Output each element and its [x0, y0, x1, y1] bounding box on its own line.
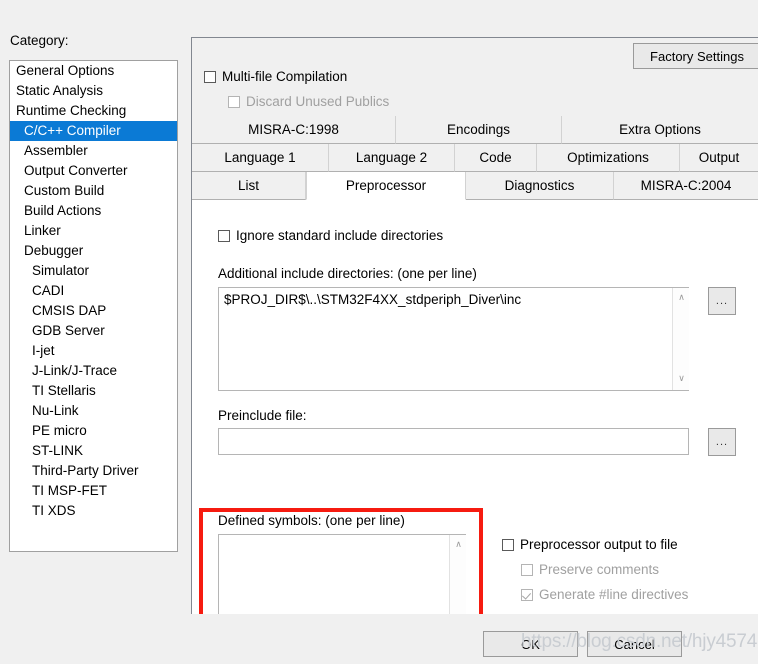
options-panel: Factory Settings Multi-file Compilation … [191, 37, 758, 643]
generate-line-directives-label: Generate #line directives [539, 587, 689, 602]
tab-output[interactable]: Output [680, 144, 758, 172]
preprocessor-output-to-file-label: Preprocessor output to file [520, 537, 678, 552]
ignore-standard-include-label: Ignore standard include directories [236, 228, 444, 243]
ignore-standard-include-checkbox[interactable]: Ignore standard include directories [218, 228, 443, 243]
category-item[interactable]: Simulator [10, 261, 177, 281]
preprocessor-tab-content: Ignore standard include directories Addi… [192, 200, 758, 643]
discard-unused-publics-label: Discard Unused Publics [246, 94, 390, 109]
checkbox-icon [218, 229, 230, 242]
preserve-comments-checkbox: Preserve comments [521, 562, 659, 577]
category-item[interactable]: Third-Party Driver [10, 461, 177, 481]
category-item[interactable]: Linker [10, 221, 177, 241]
category-item[interactable]: Assembler [10, 141, 177, 161]
category-list[interactable]: General Options Static Analysis Runtime Ch… [9, 60, 178, 552]
category-item[interactable]: I-jet [10, 341, 177, 361]
category-item[interactable]: J-Link/J-Trace [10, 361, 177, 381]
tab-misra-c-1998[interactable]: MISRA-C:1998 [192, 116, 396, 144]
additional-include-label: Additional include directories: (one per… [218, 266, 477, 281]
category-item[interactable]: TI MSP-FET [10, 481, 177, 501]
tab-optimizations[interactable]: Optimizations [537, 144, 680, 172]
category-item[interactable]: PE micro [10, 421, 177, 441]
category-item[interactable]: TI Stellaris [10, 381, 177, 401]
category-item[interactable]: Output Converter [10, 161, 177, 181]
tab-list[interactable]: List [192, 172, 306, 200]
category-pane: Category: General Options Static Analysis… [0, 0, 186, 664]
defined-symbols-label: Defined symbols: (one per line) [218, 513, 405, 528]
category-item[interactable]: Static Analysis [10, 81, 177, 101]
category-item[interactable]: CMSIS DAP [10, 301, 177, 321]
checkbox-icon [502, 538, 514, 551]
category-item[interactable]: Nu-Link [10, 401, 177, 421]
chevron-up-icon[interactable]: ∧ [450, 537, 467, 554]
tab-row-3: List Preprocessor Diagnostics MISRA-C:2004 [192, 172, 758, 200]
checkbox-icon [228, 95, 240, 108]
tab-row-2: Language 1 Language 2 Code Optimizations Out… [192, 144, 758, 172]
checkbox-checked-icon [521, 588, 533, 601]
additional-include-scrollbar[interactable]: ∧ ∨ [672, 288, 689, 390]
preserve-comments-label: Preserve comments [539, 562, 660, 577]
category-item[interactable]: TI XDS [10, 501, 177, 521]
tab-encodings[interactable]: Encodings [396, 116, 562, 144]
category-item[interactable]: C/C++ Compiler [10, 121, 177, 141]
tab-misra-c-2004[interactable]: MISRA-C:2004 [614, 172, 758, 200]
chevron-down-icon[interactable]: ∨ [673, 371, 690, 388]
multi-file-compilation-checkbox[interactable]: Multi-file Compilation [204, 69, 347, 84]
preinclude-file-label: Preinclude file: [218, 408, 307, 423]
tab-diagnostics[interactable]: Diagnostics [466, 172, 614, 200]
category-label: Category: [10, 33, 69, 48]
tab-extra-options[interactable]: Extra Options [562, 116, 758, 144]
preinclude-file-browse-button[interactable]: ... [708, 428, 736, 456]
checkbox-icon [521, 563, 533, 576]
category-item[interactable]: Build Actions [10, 201, 177, 221]
preprocessor-output-to-file-checkbox[interactable]: Preprocessor output to file [502, 537, 678, 552]
category-item[interactable]: Debugger [10, 241, 177, 261]
additional-include-browse-button[interactable]: ... [708, 287, 736, 315]
category-item[interactable]: ST-LINK [10, 441, 177, 461]
tab-row-1: MISRA-C:1998 Encodings Extra Options [192, 116, 758, 144]
tab-code[interactable]: Code [455, 144, 537, 172]
category-item[interactable]: GDB Server [10, 321, 177, 341]
tab-preprocessor[interactable]: Preprocessor [306, 172, 466, 200]
multi-file-compilation-label: Multi-file Compilation [222, 69, 348, 84]
category-item[interactable]: Runtime Checking [10, 101, 177, 121]
tab-language-2[interactable]: Language 2 [329, 144, 455, 172]
watermark-text: https://blog.csdn.net/hjy457459 [521, 631, 758, 652]
category-item[interactable]: General Options [10, 61, 177, 81]
generate-line-directives-checkbox: Generate #line directives [521, 587, 688, 602]
category-item[interactable]: Custom Build [10, 181, 177, 201]
discard-unused-publics-checkbox: Discard Unused Publics [228, 94, 389, 109]
checkbox-icon [204, 70, 216, 83]
chevron-up-icon[interactable]: ∧ [673, 290, 690, 307]
category-item[interactable]: CADI [10, 281, 177, 301]
additional-include-input[interactable]: $PROJ_DIR$\..\STM32F4XX_stdperiph_Diver\… [218, 287, 689, 391]
preinclude-file-input[interactable] [218, 428, 689, 455]
factory-settings-button[interactable]: Factory Settings [633, 43, 758, 69]
tab-language-1[interactable]: Language 1 [192, 144, 329, 172]
